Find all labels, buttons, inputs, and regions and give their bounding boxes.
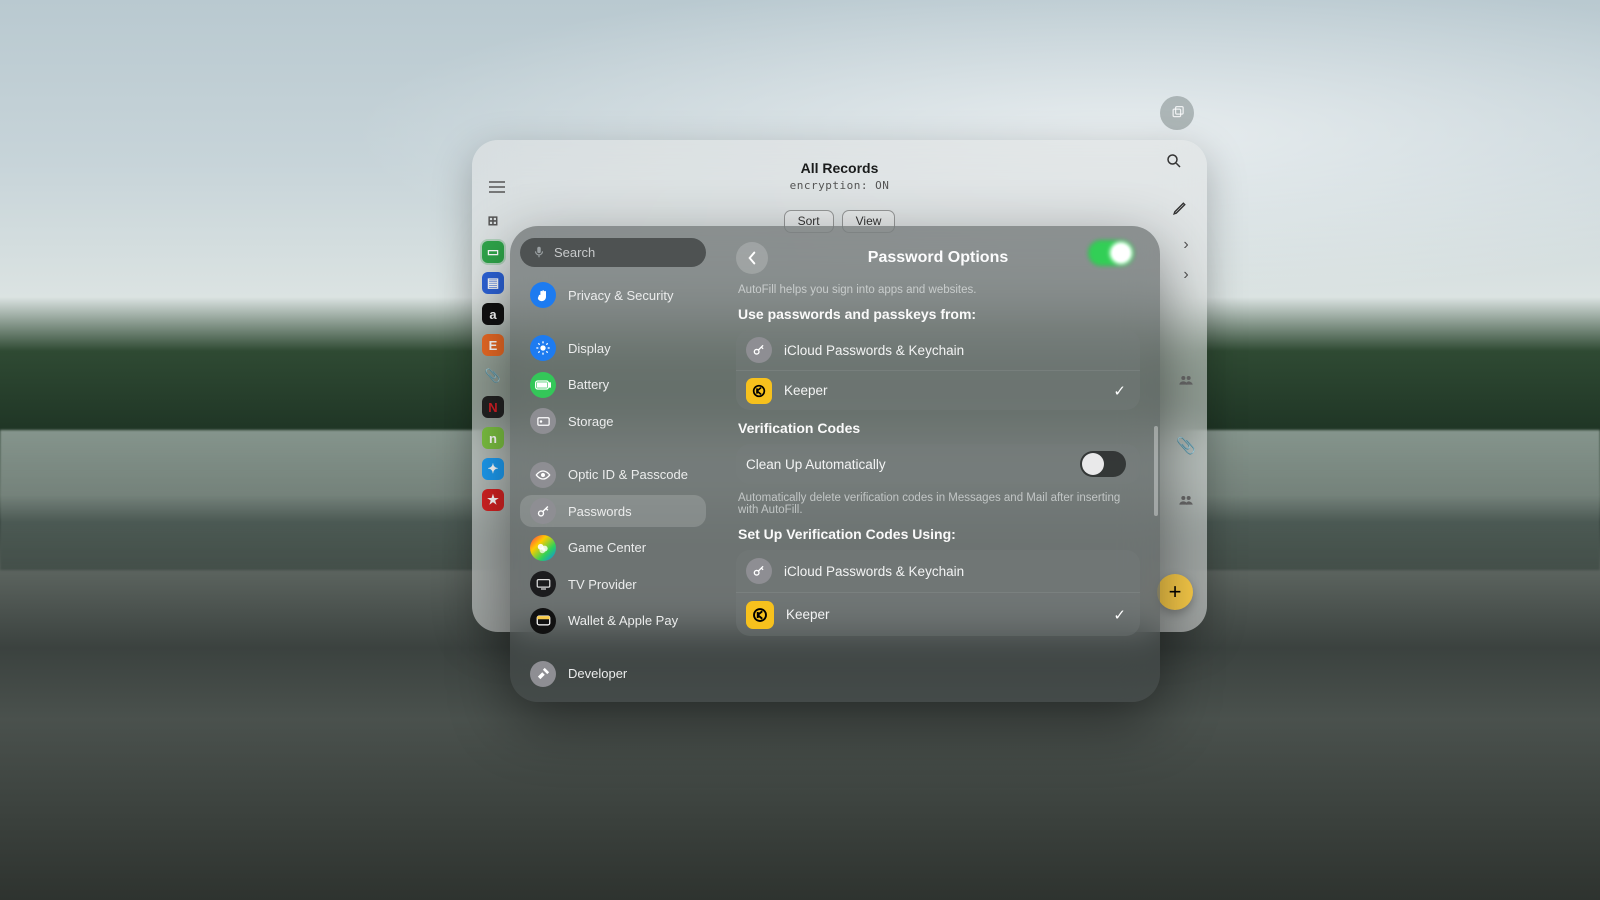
search-placeholder: Search	[554, 245, 595, 260]
sidebar-item-label: Wallet & Apple Pay	[568, 613, 678, 628]
people-icon[interactable]	[1178, 374, 1194, 386]
battery-icon	[530, 372, 556, 398]
sidebar-item-optic[interactable]: Optic ID & Passcode	[520, 458, 706, 491]
autofill-hint: AutoFill helps you sign into apps and we…	[738, 284, 1140, 296]
setup-provider-keeper[interactable]: Keeper ✓	[736, 592, 1140, 636]
check-icon: ✓	[1113, 382, 1126, 400]
rail-all-icon[interactable]: ⊞	[482, 210, 504, 232]
rail-item[interactable]: ★	[482, 489, 504, 511]
rail-item[interactable]: a	[482, 303, 504, 325]
provider-label: iCloud Passwords & Keychain	[784, 343, 1126, 358]
settings-window: Search Privacy & Security Display Batter…	[510, 226, 1160, 702]
game-center-icon	[530, 535, 556, 561]
window-control-button[interactable]	[1160, 96, 1194, 130]
records-category-rail: ⊞ ▭ ▤ a E 📎 N n ✦ ★	[478, 210, 508, 511]
use-from-label: Use passwords and passkeys from:	[738, 306, 1138, 322]
providers-group: iCloud Passwords & Keychain Keeper ✓	[736, 330, 1140, 410]
sidebar-item-label: Passwords	[568, 504, 632, 519]
sidebar-item-label: Developer	[568, 666, 627, 681]
people-icon[interactable]	[1178, 494, 1194, 506]
sidebar-item-privacy[interactable]: Privacy & Security	[520, 279, 706, 312]
cleanup-row[interactable]: Clean Up Automatically	[736, 444, 1140, 484]
check-icon: ✓	[1113, 606, 1126, 624]
add-button[interactable]: +	[1157, 574, 1193, 610]
key-icon	[746, 337, 772, 363]
setup-provider-icloud[interactable]: iCloud Passwords & Keychain	[736, 550, 1140, 592]
verification-label: Verification Codes	[738, 420, 1138, 436]
sidebar-item-storage[interactable]: Storage	[520, 405, 706, 438]
attach-icon[interactable]: 📎	[1176, 436, 1196, 456]
autofill-toggle[interactable]	[1088, 240, 1134, 266]
mic-icon	[532, 245, 546, 259]
wallet-icon	[530, 608, 556, 634]
sidebar-item-battery[interactable]: Battery	[520, 369, 706, 402]
cleanup-label: Clean Up Automatically	[746, 457, 1068, 472]
sidebar-item-label: Storage	[568, 414, 614, 429]
scrollbar[interactable]	[1154, 426, 1158, 516]
rail-item[interactable]: E	[482, 334, 504, 356]
settings-sidebar: Search Privacy & Security Display Batter…	[510, 226, 714, 702]
tv-icon	[530, 571, 556, 597]
sidebar-item-wallet[interactable]: Wallet & Apple Pay	[520, 604, 706, 637]
sidebar-item-game-center[interactable]: Game Center	[520, 531, 706, 564]
records-subtitle: encryption: ON	[472, 179, 1207, 192]
provider-label: iCloud Passwords & Keychain	[784, 564, 1126, 579]
eye-icon	[530, 462, 556, 488]
provider-keeper[interactable]: Keeper ✓	[736, 370, 1140, 410]
sidebar-item-passwords[interactable]: Passwords	[520, 495, 706, 528]
sidebar-item-label: TV Provider	[568, 577, 637, 592]
rail-item[interactable]: N	[482, 396, 504, 418]
sidebar-item-label: Optic ID & Passcode	[568, 467, 688, 482]
keeper-icon	[746, 601, 774, 629]
provider-label: Keeper	[786, 607, 1101, 622]
rail-item[interactable]: ▭	[482, 241, 504, 263]
sidebar-item-label: Display	[568, 341, 611, 356]
key-icon	[530, 498, 556, 524]
key-icon	[746, 558, 772, 584]
sidebar-item-label: Privacy & Security	[568, 288, 673, 303]
sidebar-item-tv-provider[interactable]: TV Provider	[520, 568, 706, 601]
sun-icon	[530, 335, 556, 361]
records-title: All Records	[472, 160, 1207, 176]
provider-label: Keeper	[784, 383, 1101, 398]
cleanup-toggle[interactable]	[1080, 451, 1126, 477]
rail-attach-icon[interactable]: 📎	[482, 365, 504, 387]
keeper-icon	[746, 378, 772, 404]
chevron-right-icon[interactable]: ›	[1183, 266, 1188, 284]
storage-icon	[530, 408, 556, 434]
detail-title: Password Options	[736, 249, 1140, 267]
chevron-right-icon[interactable]: ›	[1183, 236, 1188, 254]
sidebar-item-display[interactable]: Display	[520, 332, 706, 365]
sidebar-item-label: Game Center	[568, 540, 646, 555]
cleanup-hint: Automatically delete verification codes …	[738, 492, 1140, 516]
provider-icloud[interactable]: iCloud Passwords & Keychain	[736, 330, 1140, 370]
setup-label: Set Up Verification Codes Using:	[738, 526, 1138, 542]
sidebar-item-developer[interactable]: Developer	[520, 657, 706, 690]
rail-item[interactable]: ✦	[482, 458, 504, 480]
rail-item[interactable]: n	[482, 427, 504, 449]
hand-icon	[530, 282, 556, 308]
rail-item[interactable]: ▤	[482, 272, 504, 294]
search-input[interactable]: Search	[520, 238, 706, 267]
hammer-icon	[530, 661, 556, 687]
sidebar-item-label: Battery	[568, 377, 609, 392]
detail-pane: Password Options AutoFill helps you sign…	[714, 226, 1160, 702]
